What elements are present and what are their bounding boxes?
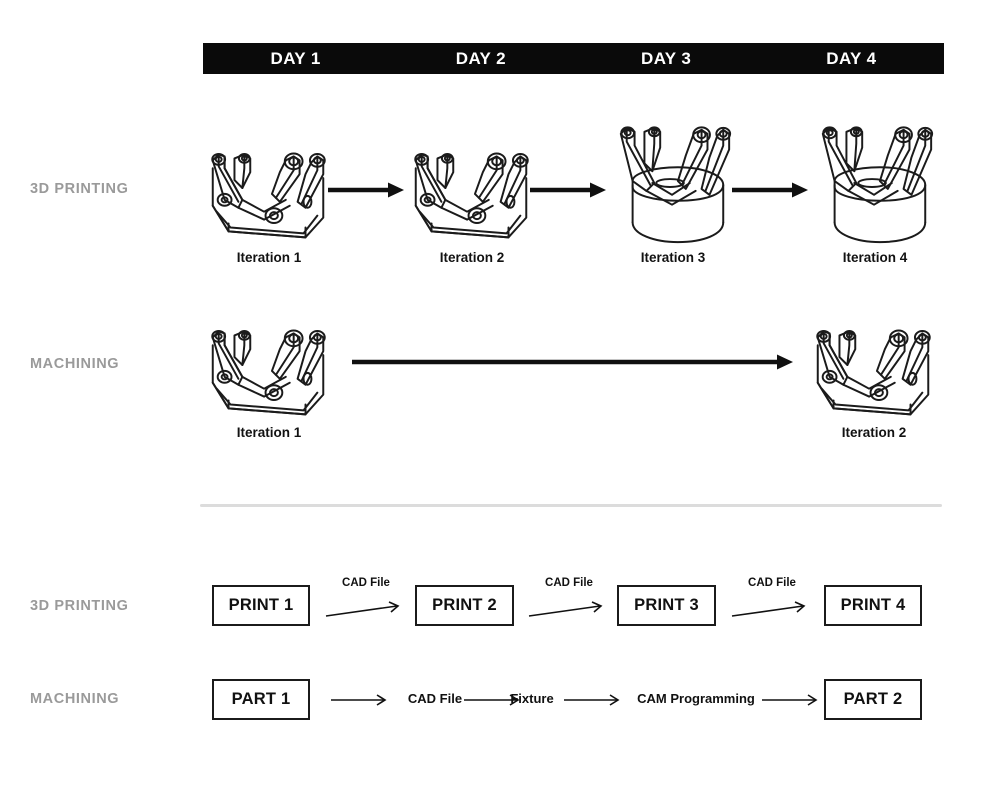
arrow-print-3-to-4 (730, 180, 808, 205)
process-box-print-1[interactable]: PRINT 1 (212, 585, 310, 626)
diagram-canvas: DAY 1 DAY 2 DAY 3 DAY 4 3D PRINTING MACH… (0, 0, 1006, 789)
connector-print-2-to-3 (528, 600, 610, 627)
connector-part1-to-cadfile (330, 691, 392, 714)
row-label-machining-bottom: MACHINING (30, 691, 120, 707)
row-label-machining-top: MACHINING (30, 356, 120, 372)
part-illustration-machining-iteration-2 (800, 305, 948, 425)
caption-print-iteration-2: Iteration 2 (439, 250, 505, 265)
section-divider (200, 504, 942, 507)
part-illustration-print-iteration-4 (800, 118, 950, 250)
arrow-print-1-to-2 (326, 180, 404, 205)
caption-print-iteration-1: Iteration 1 (236, 250, 302, 265)
connector-print-3-to-4 (731, 600, 813, 627)
connector-cam-to-part2 (761, 691, 823, 714)
caption-print-iteration-4: Iteration 4 (842, 250, 908, 265)
process-box-print-4[interactable]: PRINT 4 (824, 585, 922, 626)
process-box-print-2[interactable]: PRINT 2 (415, 585, 514, 626)
part-illustration-print-iteration-2 (398, 128, 546, 248)
step-label-cam-programming: CAM Programming (637, 691, 755, 706)
connector-label-print-3-to-4: CAD File (748, 577, 796, 589)
part-illustration-machining-iteration-1 (195, 305, 343, 425)
day-header-1: DAY 1 (270, 48, 321, 68)
connector-fixture-to-cam (563, 691, 625, 714)
day-header-bar: DAY 1 DAY 2 DAY 3 DAY 4 (203, 43, 944, 74)
step-label-fixture: Fixture (510, 691, 554, 706)
process-box-print-3[interactable]: PRINT 3 (617, 585, 716, 626)
day-header-3: DAY 3 (641, 48, 692, 68)
process-box-part-2[interactable]: PART 2 (824, 679, 922, 720)
day-header-2: DAY 2 (455, 48, 506, 68)
arrow-print-2-to-3 (528, 180, 606, 205)
part-illustration-print-iteration-3 (598, 118, 748, 250)
arrow-machining-1-to-2 (350, 352, 793, 377)
caption-print-iteration-3: Iteration 3 (640, 250, 706, 265)
caption-machining-iteration-1: Iteration 1 (236, 425, 302, 440)
process-box-part-1[interactable]: PART 1 (212, 679, 310, 720)
day-header-4: DAY 4 (826, 48, 877, 68)
caption-machining-iteration-2: Iteration 2 (841, 425, 907, 440)
row-label-3d-printing-top: 3D PRINTING (30, 181, 129, 197)
connector-print-1-to-2 (325, 600, 407, 627)
connector-label-print-2-to-3: CAD File (545, 577, 593, 589)
connector-label-print-1-to-2: CAD File (342, 577, 390, 589)
row-label-3d-printing-bottom: 3D PRINTING (30, 598, 129, 614)
part-illustration-print-iteration-1 (195, 128, 343, 248)
